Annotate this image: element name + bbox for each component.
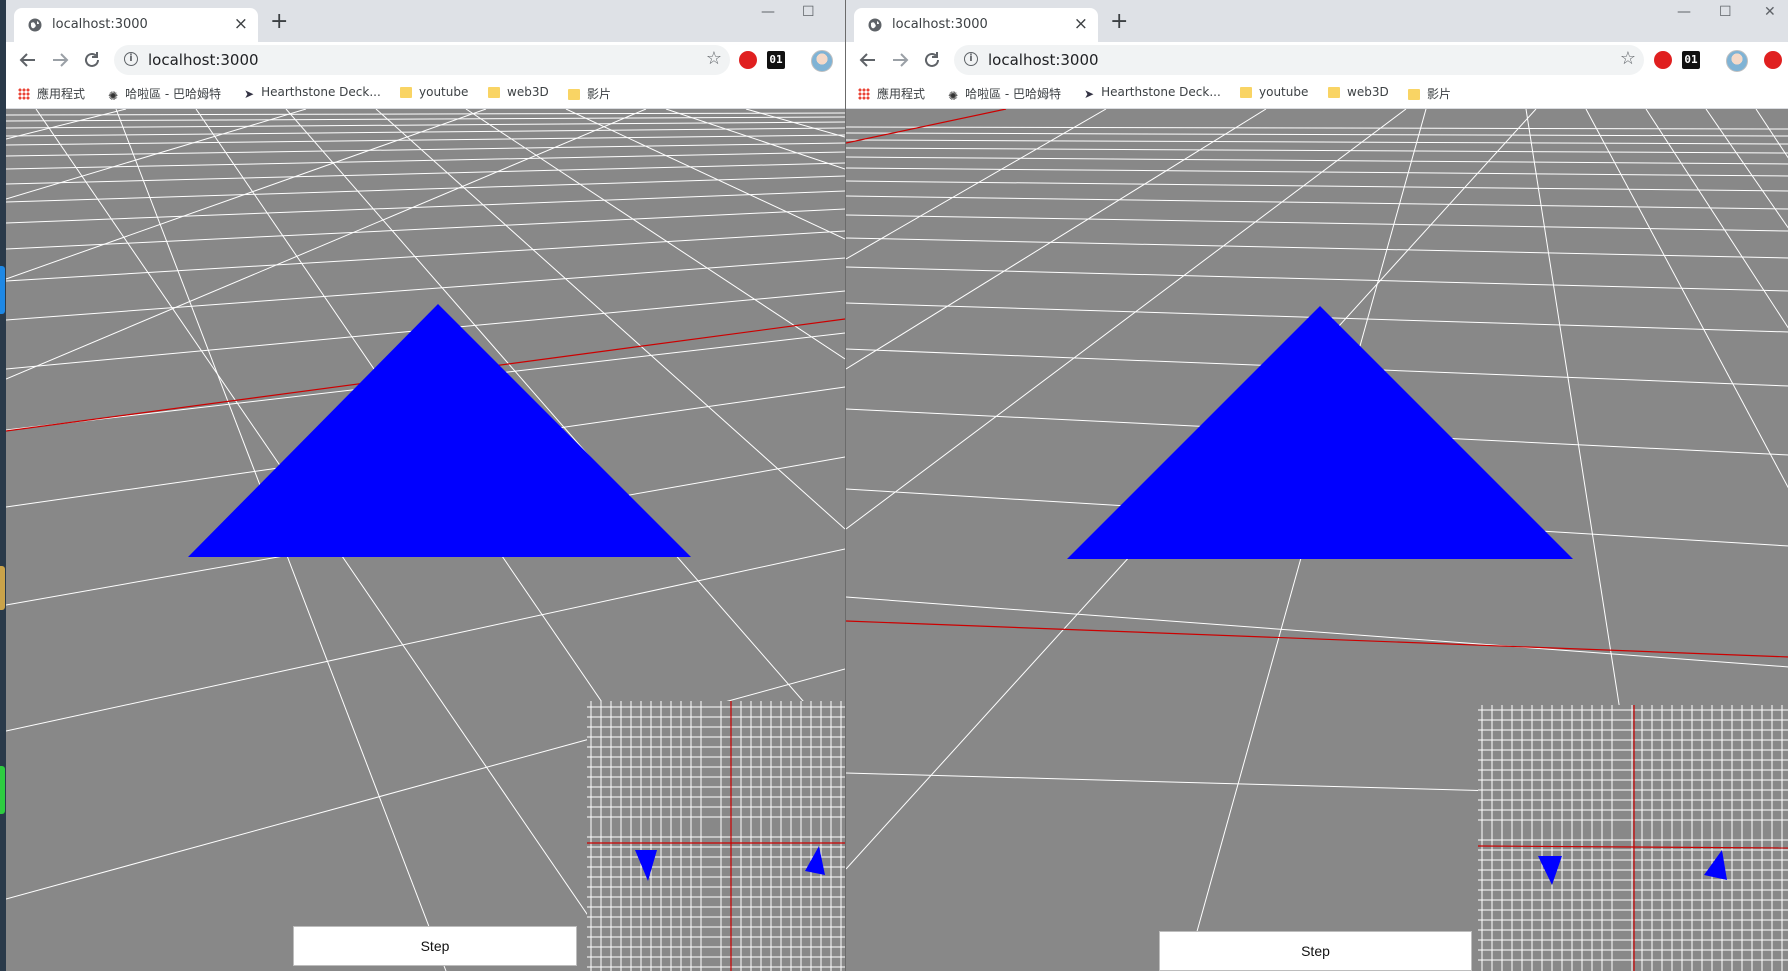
tab-close-icon[interactable]: × <box>234 15 248 33</box>
tab-title: localhost:3000 <box>892 17 988 32</box>
back-arrow-icon[interactable] <box>16 48 40 72</box>
maximize-icon[interactable]: ☐ <box>802 4 815 20</box>
bookmarks-bar: 應用程式 ✺ 哈啦區 - 巴哈姆特 ➤ Hearthstone Deck... yo… <box>6 78 845 109</box>
address-text[interactable]: localhost:3000 <box>988 51 1099 69</box>
star-icon[interactable]: ☆ <box>706 48 722 69</box>
bookmark-apps[interactable]: 應用程式 <box>18 85 85 102</box>
tab-strip: localhost:3000 × + — ☐ <box>6 0 845 42</box>
x-axis-line <box>846 109 1007 144</box>
apps-grid-icon <box>858 88 870 100</box>
folder-icon <box>1408 89 1420 100</box>
info-icon[interactable]: i <box>124 52 138 66</box>
reload-icon[interactable] <box>920 48 944 72</box>
bookmark-apps[interactable]: 應用程式 <box>858 85 925 102</box>
folder-icon <box>1240 87 1252 98</box>
opera-red-icon[interactable] <box>1654 51 1672 69</box>
tab-strip: localhost:3000 × + — ☐ ✕ <box>846 0 1788 42</box>
bookmark-youtube[interactable]: youtube <box>400 85 468 99</box>
bookmark-videos[interactable]: 影片 <box>1408 85 1451 102</box>
bookmark-bahamut[interactable]: ✺ 哈啦區 - 巴哈姆特 <box>948 85 1061 103</box>
address-bar[interactable]: i localhost:3000 ☆ <box>114 45 730 75</box>
toolbar: i localhost:3000 ☆ 01 <box>846 42 1788 78</box>
forward-arrow-icon[interactable] <box>48 48 72 72</box>
reload-icon[interactable] <box>80 48 104 72</box>
bookmark-youtube[interactable]: youtube <box>1240 85 1308 99</box>
profile-avatar[interactable] <box>1726 50 1748 72</box>
z-axis-line <box>846 620 1788 658</box>
close-icon[interactable]: ✕ <box>1764 4 1776 20</box>
3d-viewport[interactable]: Step <box>846 109 1788 971</box>
tab-localhost[interactable]: localhost:3000 × <box>854 8 1098 42</box>
toolbar: i localhost:3000 ☆ 01 <box>6 42 845 78</box>
forward-arrow-icon[interactable] <box>888 48 912 72</box>
step-button[interactable]: Step <box>1159 931 1472 971</box>
folder-icon <box>568 89 580 100</box>
tab-localhost[interactable]: localhost:3000 × <box>14 8 258 42</box>
3d-viewport[interactable]: Step <box>6 109 845 971</box>
back-arrow-icon[interactable] <box>856 48 880 72</box>
address-text[interactable]: localhost:3000 <box>148 51 259 69</box>
minimize-icon[interactable]: — <box>1677 4 1691 20</box>
dragon-icon: ✺ <box>108 89 119 103</box>
bookmark-videos[interactable]: 影片 <box>568 85 611 102</box>
binary-01-icon[interactable]: 01 <box>1682 51 1700 69</box>
folder-icon <box>1328 87 1340 98</box>
bookmark-hearthstone[interactable]: ➤ Hearthstone Deck... <box>1084 85 1221 101</box>
new-tab-button[interactable]: + <box>270 11 288 33</box>
new-tab-button[interactable]: + <box>1110 11 1128 33</box>
bookmark-bahamut[interactable]: ✺ 哈啦區 - 巴哈姆特 <box>108 85 221 103</box>
top-view-minimap[interactable] <box>1478 705 1788 971</box>
bookmarks-bar: 應用程式 ✺ 哈啦區 - 巴哈姆特 ➤ Hearthstone Deck... yo… <box>846 78 1788 109</box>
maximize-icon[interactable]: ☐ <box>1719 4 1732 20</box>
globe-icon <box>28 18 42 32</box>
step-button[interactable]: Step <box>293 926 577 966</box>
bookmark-hearthstone[interactable]: ➤ Hearthstone Deck... <box>244 85 381 101</box>
bookmark-web3d[interactable]: web3D <box>488 85 549 99</box>
bookmark-web3d[interactable]: web3D <box>1328 85 1389 99</box>
profile-avatar[interactable] <box>811 50 833 72</box>
taskbar-icon-green[interactable] <box>0 766 5 814</box>
top-view-minimap[interactable] <box>587 701 845 971</box>
info-icon[interactable]: i <box>964 52 978 66</box>
binary-01-icon[interactable]: 01 <box>767 51 785 69</box>
globe-icon <box>868 18 882 32</box>
folder-icon <box>400 87 412 98</box>
minimize-icon[interactable]: — <box>761 4 775 20</box>
star-icon[interactable]: ☆ <box>1620 48 1636 69</box>
blue-triangle[interactable] <box>188 304 691 557</box>
blue-triangle[interactable] <box>1067 306 1573 559</box>
opera-red-icon[interactable] <box>1764 51 1782 69</box>
browser-window-right: localhost:3000 × + — ☐ ✕ i localhost:300… <box>845 0 1788 971</box>
browser-window-left: localhost:3000 × + — ☐ i localhost:3000 … <box>6 0 845 971</box>
dragon-icon: ✺ <box>948 89 959 103</box>
taskbar-icon-blue[interactable] <box>0 266 5 314</box>
tab-title: localhost:3000 <box>52 17 148 32</box>
deck-icon: ➤ <box>244 87 255 101</box>
folder-icon <box>488 87 500 98</box>
opera-red-icon[interactable] <box>739 51 757 69</box>
apps-grid-icon <box>18 88 30 100</box>
address-bar[interactable]: i localhost:3000 ☆ <box>954 45 1644 75</box>
tab-close-icon[interactable]: × <box>1074 15 1088 33</box>
taskbar-icon-yellow[interactable] <box>0 566 5 610</box>
deck-icon: ➤ <box>1084 87 1095 101</box>
